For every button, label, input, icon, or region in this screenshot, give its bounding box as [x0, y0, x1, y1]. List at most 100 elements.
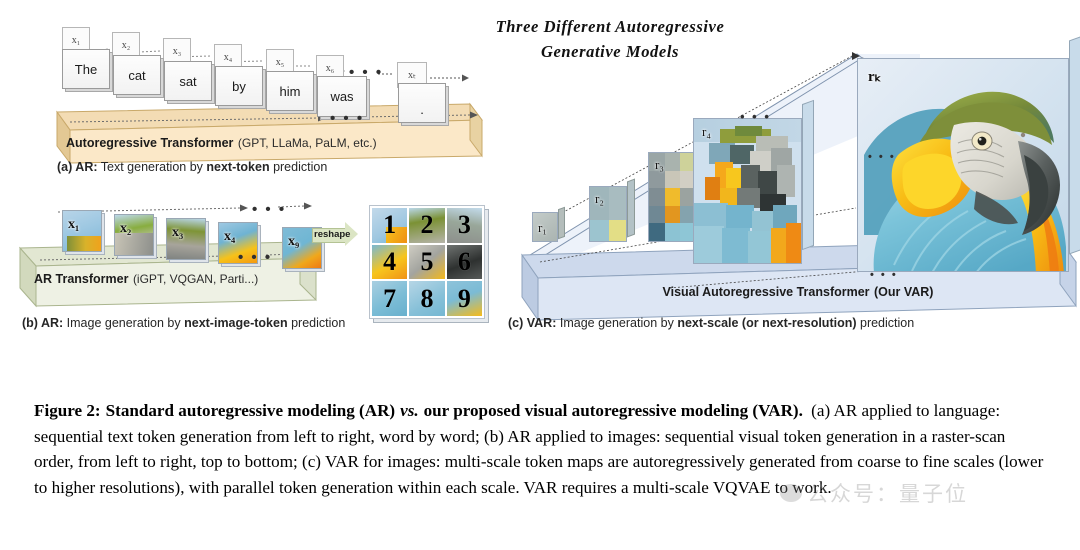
scale-plane-r1-side: [558, 206, 565, 240]
panel-b-caption-post: prediction: [287, 316, 346, 330]
token-index-label: x₁: [71, 34, 81, 46]
macaw-illustration: [858, 59, 1068, 271]
figure-caption-vs: vs.: [400, 401, 419, 420]
scale-plane-r2-side: [627, 178, 635, 238]
figure-caption-label: Figure 2:: [34, 401, 101, 420]
word-token-card: The: [62, 49, 110, 89]
token-index-label: x₂: [121, 39, 131, 51]
word-token-label: sat: [179, 73, 197, 89]
panel-a-caption-bold: next-token: [206, 160, 270, 174]
grid-cell: 2: [409, 208, 445, 243]
token-index-label: x₅: [275, 56, 285, 68]
panel-c-visual-autoregressive: r₁ r₂ r₃ r₄ rₖ • • • • • • • • • Visual …: [500, 0, 1080, 370]
grid-cell-number: 2: [420, 210, 434, 240]
grid-cell: 7: [372, 281, 408, 316]
image-token-card: x₃: [166, 218, 206, 260]
image-token-label: x₄: [224, 229, 236, 244]
grid-cell: 1: [372, 208, 408, 243]
image-token-label: x₁: [68, 217, 80, 232]
panel-c-caption-pre: Image generation by: [556, 316, 678, 330]
word-token-card: .: [398, 83, 446, 123]
panel-a-caption: (a) AR: Text generation by next-token pr…: [57, 160, 327, 174]
panel-b-transformer-bar-label: AR Transformer (iGPT, VQGAN, Parti...): [34, 270, 324, 288]
panel-b-ellipsis-bottom: • • •: [238, 249, 273, 266]
panel-a-bar-sub: (GPT, LLaMa, PaLM, etc.): [237, 136, 377, 150]
panel-a-caption-post: prediction: [269, 160, 328, 174]
panel-a-ellipsis-bottom: • • •: [330, 110, 365, 127]
panel-c-ellipsis-mid: • • •: [868, 151, 896, 163]
token-index-label: x₃: [172, 45, 182, 57]
panel-c-transformer-bar-label: Visual Autoregressive Transformer (Our V…: [558, 283, 1038, 301]
token-index-label: x₆: [325, 62, 335, 74]
image-token-label: x₃: [172, 225, 184, 240]
scale-label-r1: r₁: [538, 220, 547, 235]
grid-cell: 4: [372, 244, 408, 280]
scale-plane-rk: rₖ: [857, 58, 1069, 272]
scale-label-r2: r₂: [595, 191, 604, 206]
panel-c-caption: (c) VAR: Image generation by next-scale …: [508, 316, 914, 330]
grid-cell: 5: [409, 244, 445, 280]
panel-b-ellipsis-top: • • •: [252, 201, 287, 218]
word-token-label: by: [232, 78, 246, 94]
token-index-label: x₄: [223, 51, 233, 63]
image-token-card: x₂: [114, 214, 154, 256]
word-token-label: The: [74, 61, 98, 77]
word-token-label: cat: [128, 67, 146, 83]
panel-a-transformer-bar-label: Autoregressive Transformer (GPT, LLaMa, …: [66, 134, 466, 152]
image-token-label: x₂: [120, 221, 132, 236]
word-token-label: was: [330, 89, 354, 104]
scale-plane-r4: r₄: [693, 118, 802, 264]
panel-c-ellipsis-top: • • •: [740, 109, 771, 124]
word-token-card: sat: [164, 61, 212, 101]
panel-a-autoregressive-text: x₁ x₂ x₃ x₄ x₅ x₆ xₜ The cat sat by him …: [0, 0, 500, 190]
grid-cell: 3: [446, 208, 482, 243]
panel-c-caption-tag: (c) VAR:: [508, 316, 557, 330]
word-token-card: him: [266, 71, 314, 111]
panel-b-bar-title: AR Transformer: [34, 272, 129, 286]
scale-plane-rk-side: [1069, 35, 1080, 255]
grid-cell-number: 7: [383, 283, 397, 313]
image-token-card: x₁: [62, 210, 102, 252]
image-token-label: x₉: [288, 234, 300, 249]
scale-label-r3: r₃: [655, 157, 664, 172]
panel-c-bar-sub: (Our VAR): [873, 285, 934, 299]
panel-c-caption-bold: next-scale (or next-resolution): [677, 316, 857, 330]
grid-cell-number: 8: [420, 283, 434, 313]
word-token-card: cat: [113, 55, 161, 95]
scale-plane-r2: r₂: [589, 186, 627, 242]
panel-c-bar-title: Visual Autoregressive Transformer: [662, 285, 870, 299]
word-token-label: .: [420, 102, 424, 117]
figure-caption-bold-1: Standard autoregressive modeling (AR): [105, 401, 396, 420]
grid-cell-number: 5: [420, 246, 434, 276]
panel-c-caption-post: prediction: [856, 316, 915, 330]
panel-b-caption-bold: next-image-token: [184, 316, 288, 330]
raster-scan-grid: 1 2 3 4 5 6 7 8 9: [369, 205, 485, 319]
panel-c-ellipsis-bottom: • • •: [870, 269, 898, 281]
panel-a-caption-pre: Text generation by: [97, 160, 207, 174]
reshape-arrow: reshape: [312, 222, 362, 246]
grid-cell-number: 9: [457, 283, 471, 313]
panel-a-ellipsis-top: • • •: [349, 64, 384, 81]
panel-b-autoregressive-image: x₁ x₂ x₃ x₄ x₉ • • • • • • reshape 1 2 3…: [0, 190, 500, 365]
figure-root: Three Different Autoregressive Generativ…: [0, 0, 1080, 550]
grid-cell: 8: [409, 281, 445, 316]
scale-label-r4: r₄: [702, 124, 711, 139]
grid-cell-number: 1: [383, 210, 397, 240]
grid-cell: 9: [446, 281, 482, 316]
token-index-label: xₜ: [408, 69, 416, 81]
word-token-label: him: [279, 83, 301, 99]
grid-cell-number: 4: [383, 246, 397, 276]
panel-a-bar-title: Autoregressive Transformer: [66, 136, 234, 150]
word-token-card: by: [215, 66, 263, 106]
figure-caption-bold-2: our proposed visual autoregressive model…: [423, 401, 803, 420]
figure-caption: Figure 2: Standard autoregressive modelin…: [34, 398, 1048, 500]
panel-b-caption-pre: Image generation by: [63, 316, 185, 330]
scale-label-rk: rₖ: [868, 69, 882, 85]
panel-b-caption-tag: (b) AR:: [22, 316, 64, 330]
scale-plane-r4-side: [802, 99, 814, 251]
panel-b-bar-sub: (iGPT, VQGAN, Parti...): [132, 272, 259, 286]
panel-b-caption: (b) AR: Image generation by next-image-t…: [22, 316, 345, 330]
reshape-label: reshape: [314, 228, 351, 240]
panel-a-caption-tag: (a) AR:: [57, 160, 98, 174]
grid-cell-number: 6: [457, 246, 471, 276]
